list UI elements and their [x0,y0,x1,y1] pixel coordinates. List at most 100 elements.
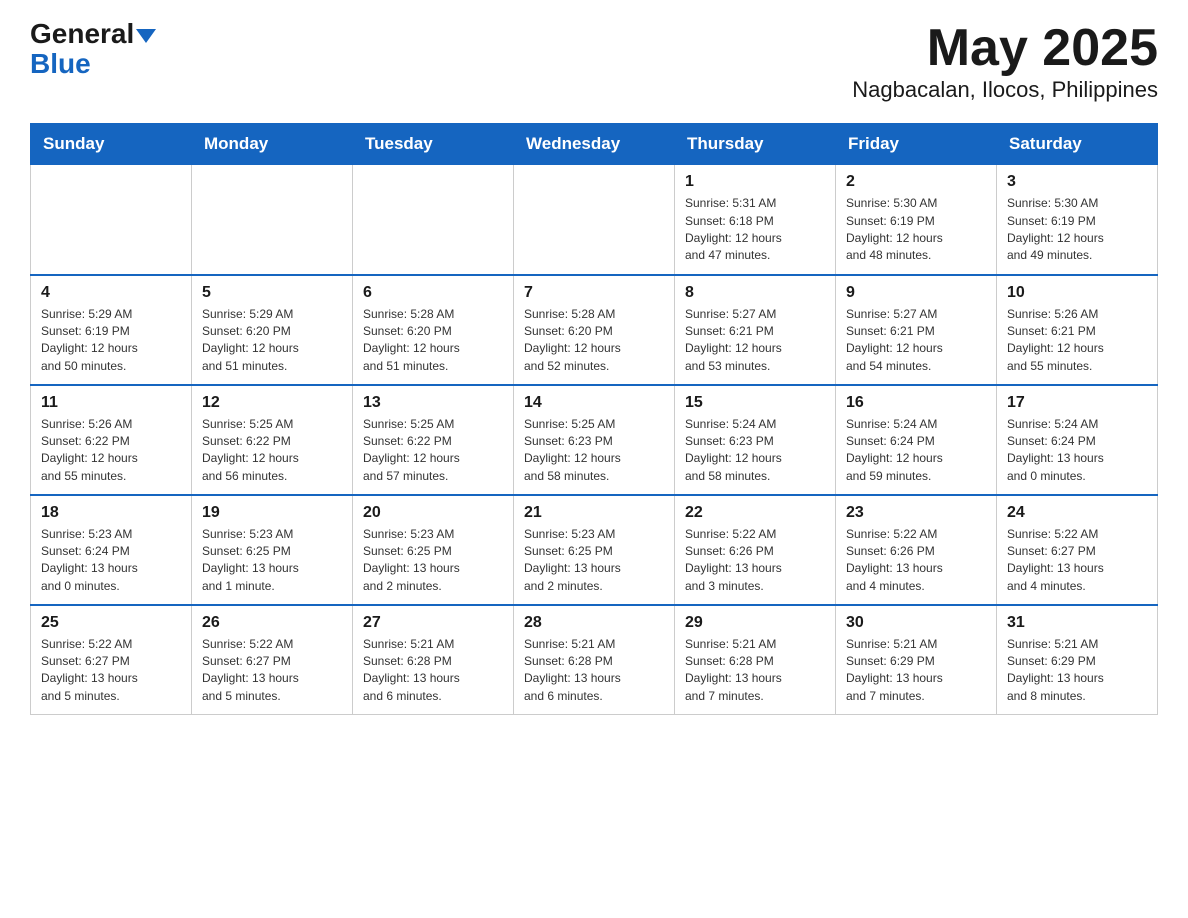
day-number: 28 [524,614,664,632]
weekday-header-saturday: Saturday [997,124,1158,165]
calendar-week-row: 4 Sunrise: 5:29 AM Sunset: 6:19 PM Daylig… [31,275,1158,385]
calendar-header-row: SundayMondayTuesdayWednesdayThursdayFrid… [31,124,1158,165]
calendar-cell [514,165,675,275]
calendar-week-row: 18 Sunrise: 5:23 AM Sunset: 6:24 PM Dayli… [31,495,1158,605]
month-title: May 2025 [852,20,1158,77]
day-info: Sunrise: 5:21 AM Sunset: 6:28 PM Dayligh… [363,636,503,706]
day-number: 31 [1007,614,1147,632]
day-info: Sunrise: 5:31 AM Sunset: 6:18 PM Dayligh… [685,195,825,265]
day-number: 16 [846,394,986,412]
calendar-cell [31,165,192,275]
day-info: Sunrise: 5:22 AM Sunset: 6:26 PM Dayligh… [685,526,825,596]
calendar-cell: 27 Sunrise: 5:21 AM Sunset: 6:28 PM Dayli… [353,605,514,715]
calendar-week-row: 11Sunrise: 5:26 AM Sunset: 6:22 PM Dayli… [31,385,1158,495]
day-info: Sunrise: 5:23 AM Sunset: 6:25 PM Dayligh… [363,526,503,596]
logo-general-text: General [30,20,156,48]
calendar-cell: 31 Sunrise: 5:21 AM Sunset: 6:29 PM Dayli… [997,605,1158,715]
day-info: Sunrise: 5:22 AM Sunset: 6:26 PM Dayligh… [846,526,986,596]
weekday-header-thursday: Thursday [675,124,836,165]
day-info: Sunrise: 5:22 AM Sunset: 6:27 PM Dayligh… [41,636,181,706]
day-info: Sunrise: 5:23 AM Sunset: 6:24 PM Dayligh… [41,526,181,596]
day-number: 18 [41,504,181,522]
calendar-cell: 7 Sunrise: 5:28 AM Sunset: 6:20 PM Daylig… [514,275,675,385]
calendar-cell: 3 Sunrise: 5:30 AM Sunset: 6:19 PM Daylig… [997,165,1158,275]
calendar-cell: 12 Sunrise: 5:25 AM Sunset: 6:22 PM Dayli… [192,385,353,495]
day-info: Sunrise: 5:24 AM Sunset: 6:23 PM Dayligh… [685,416,825,486]
weekday-header-wednesday: Wednesday [514,124,675,165]
day-info: Sunrise: 5:24 AM Sunset: 6:24 PM Dayligh… [1007,416,1147,486]
day-info: Sunrise: 5:21 AM Sunset: 6:28 PM Dayligh… [524,636,664,706]
day-number: 12 [202,394,342,412]
day-number: 23 [846,504,986,522]
calendar-cell: 22 Sunrise: 5:22 AM Sunset: 6:26 PM Dayli… [675,495,836,605]
weekday-header-monday: Monday [192,124,353,165]
day-info: Sunrise: 5:30 AM Sunset: 6:19 PM Dayligh… [1007,195,1147,265]
day-info: Sunrise: 5:25 AM Sunset: 6:22 PM Dayligh… [363,416,503,486]
day-info: Sunrise: 5:25 AM Sunset: 6:22 PM Dayligh… [202,416,342,486]
weekday-header-tuesday: Tuesday [353,124,514,165]
day-info: Sunrise: 5:29 AM Sunset: 6:20 PM Dayligh… [202,306,342,376]
calendar-cell: 25 Sunrise: 5:22 AM Sunset: 6:27 PM Dayli… [31,605,192,715]
calendar-cell: 26Sunrise: 5:22 AM Sunset: 6:27 PM Dayli… [192,605,353,715]
day-number: 25 [41,614,181,632]
calendar-cell: 20 Sunrise: 5:23 AM Sunset: 6:25 PM Dayli… [353,495,514,605]
day-info: Sunrise: 5:21 AM Sunset: 6:29 PM Dayligh… [1007,636,1147,706]
day-number: 17 [1007,394,1147,412]
calendar-cell: 29Sunrise: 5:21 AM Sunset: 6:28 PM Dayli… [675,605,836,715]
calendar-week-row: 1 Sunrise: 5:31 AM Sunset: 6:18 PM Daylig… [31,165,1158,275]
day-info: Sunrise: 5:26 AM Sunset: 6:21 PM Dayligh… [1007,306,1147,376]
calendar-cell: 6Sunrise: 5:28 AM Sunset: 6:20 PM Daylig… [353,275,514,385]
day-number: 14 [524,394,664,412]
day-number: 10 [1007,284,1147,302]
day-number: 1 [685,173,825,191]
day-number: 22 [685,504,825,522]
weekday-header-friday: Friday [836,124,997,165]
calendar-cell: 23 Sunrise: 5:22 AM Sunset: 6:26 PM Dayli… [836,495,997,605]
day-number: 27 [363,614,503,632]
day-info: Sunrise: 5:21 AM Sunset: 6:28 PM Dayligh… [685,636,825,706]
day-info: Sunrise: 5:27 AM Sunset: 6:21 PM Dayligh… [685,306,825,376]
day-number: 4 [41,284,181,302]
calendar-cell: 5Sunrise: 5:29 AM Sunset: 6:20 PM Daylig… [192,275,353,385]
calendar-cell: 8 Sunrise: 5:27 AM Sunset: 6:21 PM Daylig… [675,275,836,385]
title-section: May 2025 Nagbacalan, Ilocos, Philippines [852,20,1158,103]
day-number: 30 [846,614,986,632]
day-info: Sunrise: 5:24 AM Sunset: 6:24 PM Dayligh… [846,416,986,486]
day-info: Sunrise: 5:30 AM Sunset: 6:19 PM Dayligh… [846,195,986,265]
calendar-cell: 15 Sunrise: 5:24 AM Sunset: 6:23 PM Dayli… [675,385,836,495]
day-info: Sunrise: 5:26 AM Sunset: 6:22 PM Dayligh… [41,416,181,486]
calendar-cell: 11Sunrise: 5:26 AM Sunset: 6:22 PM Dayli… [31,385,192,495]
calendar-table: SundayMondayTuesdayWednesdayThursdayFrid… [30,123,1158,715]
calendar-cell: 10 Sunrise: 5:26 AM Sunset: 6:21 PM Dayli… [997,275,1158,385]
day-info: Sunrise: 5:23 AM Sunset: 6:25 PM Dayligh… [202,526,342,596]
calendar-cell: 28 Sunrise: 5:21 AM Sunset: 6:28 PM Dayli… [514,605,675,715]
day-info: Sunrise: 5:23 AM Sunset: 6:25 PM Dayligh… [524,526,664,596]
calendar-cell: 18 Sunrise: 5:23 AM Sunset: 6:24 PM Dayli… [31,495,192,605]
day-number: 20 [363,504,503,522]
day-number: 15 [685,394,825,412]
day-info: Sunrise: 5:28 AM Sunset: 6:20 PM Dayligh… [524,306,664,376]
calendar-cell: 1 Sunrise: 5:31 AM Sunset: 6:18 PM Daylig… [675,165,836,275]
calendar-week-row: 25 Sunrise: 5:22 AM Sunset: 6:27 PM Dayli… [31,605,1158,715]
calendar-cell: 14Sunrise: 5:25 AM Sunset: 6:23 PM Dayli… [514,385,675,495]
day-number: 24 [1007,504,1147,522]
day-number: 3 [1007,173,1147,191]
day-number: 13 [363,394,503,412]
logo: General Blue [30,20,156,80]
day-info: Sunrise: 5:29 AM Sunset: 6:19 PM Dayligh… [41,306,181,376]
calendar-cell: 17 Sunrise: 5:24 AM Sunset: 6:24 PM Dayli… [997,385,1158,495]
calendar-cell: 2 Sunrise: 5:30 AM Sunset: 6:19 PM Daylig… [836,165,997,275]
calendar-cell: 13 Sunrise: 5:25 AM Sunset: 6:22 PM Dayli… [353,385,514,495]
day-number: 8 [685,284,825,302]
calendar-cell: 21 Sunrise: 5:23 AM Sunset: 6:25 PM Dayli… [514,495,675,605]
day-info: Sunrise: 5:22 AM Sunset: 6:27 PM Dayligh… [202,636,342,706]
day-info: Sunrise: 5:28 AM Sunset: 6:20 PM Dayligh… [363,306,503,376]
day-number: 2 [846,173,986,191]
weekday-header-sunday: Sunday [31,124,192,165]
day-info: Sunrise: 5:21 AM Sunset: 6:29 PM Dayligh… [846,636,986,706]
calendar-cell: 30 Sunrise: 5:21 AM Sunset: 6:29 PM Dayli… [836,605,997,715]
day-number: 21 [524,504,664,522]
day-number: 7 [524,284,664,302]
day-info: Sunrise: 5:22 AM Sunset: 6:27 PM Dayligh… [1007,526,1147,596]
location-title: Nagbacalan, Ilocos, Philippines [852,77,1158,103]
